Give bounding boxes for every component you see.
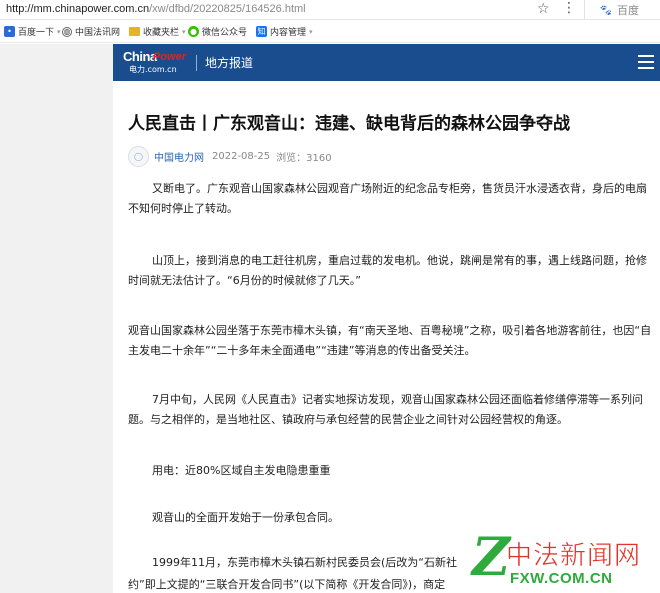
article-date: 2022-08-25: [212, 150, 271, 162]
search-engine-label: 百度: [616, 4, 639, 17]
bookmark-baidu[interactable]: • 百度一下 ▾: [4, 25, 61, 38]
url-host: http://mm.chinapower.com.cn: [6, 3, 150, 15]
bookmark-label: 微信公众号: [202, 28, 248, 38]
globe-icon: ◍: [62, 26, 72, 37]
chevron-down-icon: ▾: [309, 27, 313, 36]
bookmark-label: 百度一下: [18, 28, 55, 38]
folder-icon: [129, 27, 140, 36]
watermark-logo: Z 中法新闻网 FXW.COM.CN: [472, 527, 660, 593]
bookmarks-bar: • 百度一下 ▾ ◍ 中国法讯网 收藏夹栏 ▾ ● 微信公众号 知 内容管理 ▾: [0, 21, 660, 43]
article-paragraph: 观音山的全面开发始于一份承包合同。: [152, 511, 339, 524]
url-field[interactable]: http://mm.chinapower.com.cn/xw/dfbd/2022…: [6, 3, 306, 15]
chevron-down-icon: ▾: [182, 27, 186, 36]
baidu-paw-icon: 🐾︎: [599, 3, 613, 17]
article-subheading: 用电：近80%区域自主发电隐患重重: [152, 464, 331, 477]
article-paragraph: 山顶上，接到消息的电工赶往机房，重启过载的发电机。他说，跳闸是常有的事，遇上线路…: [128, 254, 647, 287]
watermark-text: 中法新闻网: [506, 541, 642, 572]
bookmark-wechat[interactable]: ● 微信公众号: [188, 25, 247, 38]
article-title: 人民直击丨广东观音山：违建、缺电背后的森林公园争夺战: [128, 114, 570, 134]
bookmark-content-manage[interactable]: 知 内容管理 ▾: [256, 25, 313, 38]
chevron-down-icon: ▾: [57, 27, 61, 36]
logo-china: China: [123, 49, 157, 64]
bookmark-favorites-folder[interactable]: 收藏夹栏 ▾: [129, 25, 186, 38]
article-card: 人民直击丨广东观音山：违建、缺电背后的森林公园争夺战 ◯ 中国电力网 2022-…: [113, 81, 660, 593]
watermark-letter: Z: [472, 527, 510, 588]
baidu-paw-icon: •: [4, 26, 15, 37]
bookmark-label: 中国法讯网: [75, 28, 121, 38]
hamburger-menu-icon[interactable]: [638, 55, 654, 69]
more-options-icon[interactable]: ⋮: [562, 0, 576, 16]
url-path: /xw/dfbd/20220825/164526.html: [149, 3, 306, 15]
article-meta: ◯ 中国电力网 2022-08-25 浏览：3160: [128, 145, 332, 167]
source-avatar-icon: ◯: [128, 145, 149, 167]
logo-domain: 电力.com.cn: [129, 65, 177, 74]
zhihu-icon: 知: [256, 26, 267, 37]
bookmark-label: 内容管理: [270, 28, 307, 38]
favorite-star-icon[interactable]: ☆: [537, 1, 550, 17]
wechat-icon: ●: [188, 26, 199, 37]
header-divider: [196, 55, 197, 71]
article-views: 浏览：3160: [276, 152, 332, 164]
site-header: China Power 电力.com.cn 地方报道: [113, 44, 660, 81]
section-name[interactable]: 地方报道: [205, 54, 253, 71]
article-source[interactable]: 中国电力网: [154, 149, 204, 164]
watermark-domain: FXW.COM.CN: [510, 570, 613, 587]
article-paragraph: 7月中旬，人民网《人民直击》记者实地探访发现，观音山国家森林公园还面临着修缮停滞…: [128, 393, 643, 426]
article-paragraph: 观音山国家森林公园坐落于东莞市樟木头镇，有“南天圣地、百粤秘境”之称，吸引着各地…: [128, 324, 652, 357]
address-bar[interactable]: http://mm.chinapower.com.cn/xw/dfbd/2022…: [0, 0, 660, 20]
search-engine-box[interactable]: 🐾︎ 百度: [584, 0, 660, 20]
site-logo[interactable]: China Power 电力.com.cn: [123, 49, 193, 77]
bookmark-fazhi[interactable]: ◍ 中国法讯网: [62, 25, 120, 38]
article-paragraph: 又断电了。广东观音山国家森林公园观音广场附近的纪念品专柜旁，售货员汗水浸透衣背，…: [128, 182, 647, 215]
logo-power: Power: [153, 51, 187, 63]
bookmark-label: 收藏夹栏: [143, 28, 180, 38]
